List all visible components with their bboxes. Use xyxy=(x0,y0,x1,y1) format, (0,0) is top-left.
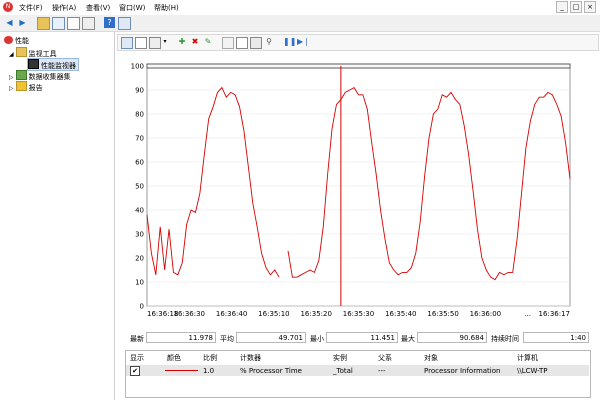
monitor-chart-icon xyxy=(28,59,39,69)
menu-view[interactable]: 查看(V) xyxy=(86,3,110,13)
x-tick-label: 16:35:50 xyxy=(427,310,458,318)
y-tick-label: 70 xyxy=(135,135,144,143)
reports-icon xyxy=(15,81,27,91)
row-computer: \\LCW-TP xyxy=(517,367,548,375)
y-tick-label: 60 xyxy=(135,159,144,167)
row-instance: _Total xyxy=(333,367,353,375)
folder-icon xyxy=(15,47,27,57)
tree-item-data-collector-sets[interactable]: ▷ 数据收集器集 xyxy=(9,70,71,81)
column-header-counter[interactable]: 计数器 xyxy=(240,353,261,363)
row-scale: 1.0 xyxy=(203,367,215,375)
view-current-activity-icon[interactable] xyxy=(121,37,133,49)
max-value: 90.684 xyxy=(417,332,487,343)
perf-node-icon xyxy=(4,36,13,44)
tree-root-label: 性能 xyxy=(15,37,29,45)
copy-properties-icon[interactable] xyxy=(222,37,234,49)
duration-value: 1:40 xyxy=(523,332,589,343)
row-counter: % Processor Time xyxy=(240,367,302,375)
performance-graph[interactable]: 010203040506070809010016:36:1816:36:30 16… xyxy=(117,50,587,330)
freeze-display-icon[interactable]: ❚❚ xyxy=(283,37,296,47)
paste-counter-list-icon[interactable] xyxy=(236,37,248,49)
y-tick-label: 80 xyxy=(135,111,144,119)
close-button[interactable]: × xyxy=(584,1,596,13)
menu-file[interactable]: 文件(F) xyxy=(19,3,43,13)
expanded-arrow-icon: ◢ xyxy=(9,51,14,58)
help-icon[interactable]: ? xyxy=(104,17,115,28)
add-counter-icon[interactable]: ✚ xyxy=(177,37,187,47)
x-tick-label: 16:35:10 xyxy=(258,310,289,318)
last-label: 最新 xyxy=(130,335,144,343)
y-tick-label: 30 xyxy=(135,231,144,239)
menu-action[interactable]: 操作(A) xyxy=(52,3,76,13)
menu-help[interactable]: 帮助(H) xyxy=(154,3,179,13)
min-value: 11.451 xyxy=(326,332,398,343)
view-log-data-icon[interactable] xyxy=(135,37,147,49)
x-tick-label: 16:35:30 xyxy=(343,310,374,318)
column-header-computer[interactable]: 计算机 xyxy=(517,353,538,363)
tree-data-collector-sets-label: 数据收集器集 xyxy=(28,73,71,81)
color-swatch xyxy=(165,370,198,371)
y-tick-label: 20 xyxy=(135,255,144,263)
x-tick-label: 16:36:30 xyxy=(174,310,205,318)
panel-icon[interactable] xyxy=(118,17,131,30)
column-header-object[interactable]: 对象 xyxy=(424,353,438,363)
delete-counter-icon[interactable]: ✖ xyxy=(190,37,200,47)
tree-item-reports[interactable]: ▷ 报告 xyxy=(9,81,43,92)
perf-app-icon: N xyxy=(3,2,13,12)
x-tick-label: 16:35:20 xyxy=(300,310,331,318)
y-tick-label: 100 xyxy=(131,63,144,71)
tree-item-root[interactable]: 性能 xyxy=(4,36,29,47)
min-label: 最小 xyxy=(310,335,324,343)
tree-performance-monitor-label: 性能监视器 xyxy=(41,62,76,70)
x-tick-label: 16:35:40 xyxy=(385,310,416,318)
column-header-parent[interactable]: 父系 xyxy=(378,353,392,363)
minimize-button[interactable]: _ xyxy=(556,1,568,13)
folder-up-icon[interactable] xyxy=(37,17,50,30)
maximize-button[interactable]: □ xyxy=(570,1,582,13)
last-value: 11.978 xyxy=(146,332,216,343)
properties-icon[interactable] xyxy=(250,37,262,49)
tree-monitoring-tools-label: 监视工具 xyxy=(28,50,57,58)
show-checkbox[interactable]: ✔ xyxy=(130,366,140,376)
tree-reports-label: 报告 xyxy=(28,84,43,92)
x-tick-label: 16:36:17 xyxy=(539,310,570,318)
properties-icon[interactable] xyxy=(82,17,95,30)
column-header-show[interactable]: 显示 xyxy=(130,353,144,363)
collapsed-arrow-icon: ▷ xyxy=(9,85,14,92)
x-tick-label: ... xyxy=(524,310,531,318)
highlight-icon[interactable]: ✎ xyxy=(203,37,213,47)
x-tick-label: 16:36:00 xyxy=(470,310,501,318)
row-parent: --- xyxy=(378,367,386,375)
back-arrow-icon[interactable]: ◀ xyxy=(4,17,15,28)
column-header-instance[interactable]: 实例 xyxy=(333,353,347,363)
avg-value: 49.701 xyxy=(236,332,306,343)
collapsed-arrow-icon: ▷ xyxy=(9,74,14,81)
y-tick-label: 40 xyxy=(135,207,144,215)
y-tick-label: 10 xyxy=(135,279,144,287)
menu-window[interactable]: 窗口(W) xyxy=(119,3,145,13)
list-view-icon[interactable] xyxy=(67,17,80,30)
column-header-scale[interactable]: 比例 xyxy=(203,353,217,363)
column-header-color[interactable]: 颜色 xyxy=(167,353,181,363)
duration-label: 持续时间 xyxy=(491,335,519,343)
tree-item-monitoring-tools[interactable]: ◢ 监视工具 xyxy=(9,47,57,58)
max-label: 最大 xyxy=(401,335,415,343)
show-tree-icon[interactable] xyxy=(52,17,65,30)
avg-label: 平均 xyxy=(220,335,234,343)
graph-toolbar: ▾ ✚ ✖ ✎ ⚲ ❚❚ ▶❘ xyxy=(117,34,599,51)
collector-sets-icon xyxy=(15,70,27,80)
row-object: Processor Information xyxy=(424,367,501,375)
chevron-down-icon[interactable]: ▾ xyxy=(160,37,170,47)
y-tick-label: 0 xyxy=(140,303,144,311)
y-tick-label: 50 xyxy=(135,183,144,191)
menu-bar: N 文件(F) 操作(A) 查看(V) 窗口(W) 帮助(H) _ □ × xyxy=(0,0,600,16)
y-tick-label: 90 xyxy=(135,87,144,95)
window-controls: _ □ × xyxy=(556,1,596,13)
zoom-icon[interactable]: ⚲ xyxy=(264,37,274,47)
main-toolbar: ◀ ▶ ? xyxy=(0,15,600,32)
x-tick-label: 16:36:40 xyxy=(216,310,247,318)
update-data-icon[interactable]: ▶❘ xyxy=(297,37,310,47)
forward-arrow-icon[interactable]: ▶ xyxy=(17,17,28,28)
